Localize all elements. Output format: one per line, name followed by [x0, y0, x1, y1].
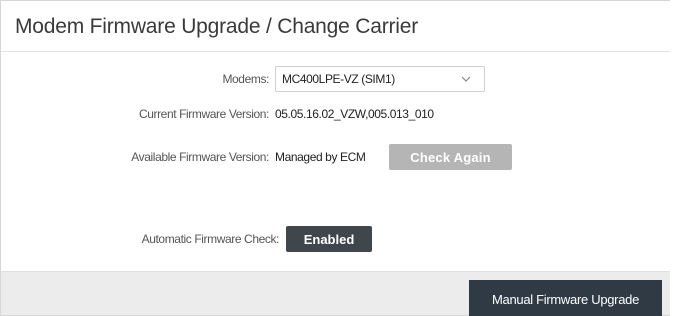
modems-row: Modems: MC400LPE-VZ (SIM1) — [1, 66, 671, 92]
modems-selected-value: MC400LPE-VZ (SIM1) — [282, 72, 395, 86]
chevron-down-icon — [461, 76, 471, 82]
dialog-title: Modem Firmware Upgrade / Change Carrier — [15, 15, 419, 38]
current-firmware-value: 05.05.16.02_VZW,005.013_010 — [275, 107, 434, 121]
automatic-check-label: Automatic Firmware Check: — [141, 232, 280, 246]
current-firmware-row: Current Firmware Version: 05.05.16.02_VZ… — [1, 101, 671, 127]
check-again-button[interactable]: Check Again — [389, 144, 512, 170]
dialog-footer: Manual Firmware Upgrade — [1, 271, 670, 316]
modems-label: Modems: — [222, 72, 269, 86]
available-firmware-row: Available Firmware Version: Managed by E… — [1, 144, 671, 170]
title-divider — [1, 51, 670, 52]
available-firmware-value: Managed by ECM — [275, 150, 366, 164]
modems-select[interactable]: MC400LPE-VZ (SIM1) — [275, 66, 485, 92]
manual-firmware-upgrade-button[interactable]: Manual Firmware Upgrade — [469, 280, 662, 316]
current-firmware-label: Current Firmware Version: — [138, 107, 269, 121]
available-firmware-label: Available Firmware Version: — [131, 150, 269, 164]
automatic-check-row: Automatic Firmware Check: Enabled — [1, 226, 671, 252]
firmware-upgrade-dialog: Modem Firmware Upgrade / Change Carrier … — [0, 0, 670, 316]
enabled-toggle-button[interactable]: Enabled — [286, 226, 372, 252]
